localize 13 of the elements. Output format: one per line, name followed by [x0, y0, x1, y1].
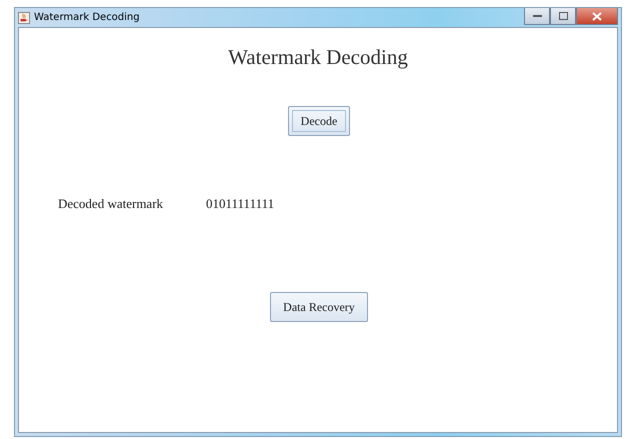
maximize-icon	[558, 12, 568, 20]
maximize-button[interactable]	[550, 8, 576, 25]
heading: Watermark Decoding	[227, 45, 409, 70]
decode-button[interactable]: Decode	[288, 106, 350, 136]
close-button[interactable]	[576, 8, 618, 25]
minimize-button[interactable]	[524, 8, 550, 25]
data-recovery-button[interactable]: Data Recovery	[270, 292, 368, 322]
cup-icon	[18, 12, 30, 24]
close-icon	[592, 12, 602, 20]
window-title: Watermark Decoding	[34, 12, 140, 23]
result-value: 01011111111	[206, 196, 274, 212]
result-label: Decoded watermark	[58, 196, 164, 212]
minimize-icon	[532, 14, 542, 18]
